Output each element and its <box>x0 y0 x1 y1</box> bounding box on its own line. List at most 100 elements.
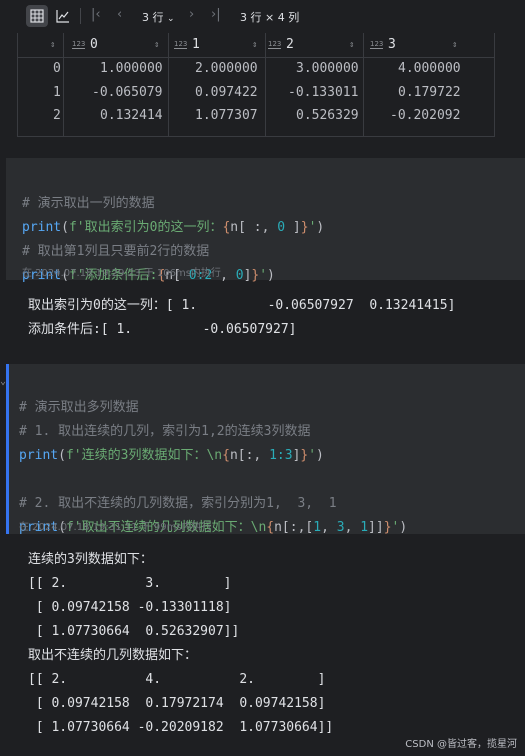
rows-per-page-select[interactable]: 3 行 ⌄ <box>142 9 175 25</box>
code-text: ) <box>316 220 325 235</box>
output-line: 取出不连续的几列数据如下： <box>28 648 198 663</box>
code-comment: # 演示取出一列的数据 <box>22 196 155 211</box>
execution-info: 在 2024.07.18 19:31:11 于 99ms内执行 <box>19 522 212 533</box>
code-text: , <box>344 520 361 535</box>
output-line: [ 1.07730664 0.52632907]] <box>28 624 240 639</box>
code-string: ' <box>259 268 268 283</box>
column-header[interactable]: 1 <box>192 37 200 52</box>
code-string: ' <box>308 448 317 463</box>
chart-icon <box>56 10 69 23</box>
output-line: 添加条件后:[ 1. -0.06507927] <box>28 322 297 337</box>
code-text: ]] <box>368 520 384 535</box>
numeric-type-icon: 123 <box>174 40 188 49</box>
code-keyword: print <box>19 448 59 463</box>
numeric-type-icon: 123 <box>268 40 282 49</box>
code-number: 0 <box>277 220 286 235</box>
table-cell[interactable]: 0.526329 <box>296 108 359 123</box>
last-page-icon[interactable]: ›| <box>211 7 221 22</box>
code-text: ) <box>399 520 408 535</box>
toolbar-divider <box>80 8 81 24</box>
numeric-type-icon: 123 <box>72 40 86 49</box>
table-cell[interactable]: 3.000000 <box>296 61 359 76</box>
output-line: 连续的3列数据如下： <box>28 552 153 567</box>
numeric-type-icon: 123 <box>370 40 384 49</box>
rows-per-page-label: 3 行 <box>142 11 164 24</box>
code-brace: } <box>383 520 392 535</box>
code-text: ( <box>58 448 66 463</box>
column-header[interactable]: 2 <box>286 37 294 52</box>
code-number: 3 <box>336 520 345 535</box>
sort-icon[interactable]: ⇕ <box>154 41 159 50</box>
code-cell[interactable]: # 演示取出一列的数据 print(f'取出索引为0的这一列：{n[ :, 0 … <box>6 158 525 283</box>
watermark: CSDN @皆过客，揽星河 <box>405 739 517 750</box>
grid-divider <box>18 57 494 58</box>
sort-icon[interactable]: ⇕ <box>452 41 457 50</box>
code-string: f'连续的3列数据如下：\n <box>65 448 223 463</box>
dataframe-grid: ⇕ 123 0 ⇕ 123 1 ⇕ 123 2 ⇕ 123 3 ⇕ 0 1.00… <box>17 33 495 137</box>
code-comment: # 2. 取出不连续的几列数据，索引分别为1, 3, 1 <box>19 496 337 511</box>
row-index: 1 <box>53 85 61 100</box>
first-page-icon[interactable]: |‹ <box>91 7 101 22</box>
grid-divider <box>63 33 64 136</box>
table-cell[interactable]: 0.132414 <box>100 108 163 123</box>
code-text: n[:,[ <box>274 520 314 535</box>
cell-output: 取出索引为0的这一列：[ 1. -0.06507927 0.13241415] … <box>28 294 455 342</box>
code-editor[interactable]: # 演示取出多列数据 # 1. 取出连续的几列，索引为1,2的连续3列数据 pr… <box>19 372 407 540</box>
output-line: [[ 2. 3. ] <box>28 576 232 591</box>
code-text: , <box>321 520 337 535</box>
code-number: 1 <box>360 520 369 535</box>
table-icon <box>30 9 44 23</box>
grid-divider <box>363 33 364 136</box>
table-cell[interactable]: 0.179722 <box>398 85 461 100</box>
code-brace: { <box>222 448 230 463</box>
table-shape-label: 3 行 × 4 列 <box>240 11 300 24</box>
code-number: 1:3 <box>269 448 293 463</box>
cell-output: 连续的3列数据如下： [[ 2. 3. ] [ 0.09742158 -0.13… <box>28 548 333 740</box>
next-page-icon[interactable]: › <box>189 7 194 22</box>
table-cell[interactable]: -0.065079 <box>92 85 162 100</box>
row-index: 0 <box>53 61 61 76</box>
code-comment: # 取出第1列且只要前2行的数据 <box>22 244 210 259</box>
sort-icon[interactable]: ⇕ <box>50 41 55 50</box>
column-header[interactable]: 0 <box>90 37 98 52</box>
output-line: [[ 2. 4. 2. ] <box>28 672 326 687</box>
table-toolbar: |‹ ‹ 3 行 ⌄ › ›| 3 行 × 4 列 <box>0 0 525 32</box>
grid-divider <box>265 33 266 136</box>
code-text: n[ :, <box>230 220 278 235</box>
code-text: ( <box>61 220 69 235</box>
table-view-button[interactable] <box>26 5 48 27</box>
execution-info: 在 2024.07.18 19:29:23 于 106ms内执行 <box>22 268 221 279</box>
code-cell[interactable]: # 演示取出多列数据 # 1. 取出连续的几列，索引为1,2的连续3列数据 pr… <box>6 364 525 535</box>
code-keyword: print <box>22 220 62 235</box>
sort-icon[interactable]: ⇕ <box>252 41 257 50</box>
code-brace: { <box>266 520 275 535</box>
table-cell[interactable]: 2.000000 <box>195 61 258 76</box>
table-cell[interactable]: -0.133011 <box>288 85 358 100</box>
column-header[interactable]: 3 <box>388 37 396 52</box>
sort-icon[interactable]: ⇕ <box>349 41 354 50</box>
code-text: ) <box>267 268 275 283</box>
table-cell[interactable]: 1.077307 <box>195 108 258 123</box>
code-comment: # 1. 取出连续的几列，索引为1,2的连续3列数据 <box>19 424 311 439</box>
table-cell[interactable]: 4.000000 <box>398 61 461 76</box>
code-number: 1 <box>313 520 322 535</box>
output-line: 取出索引为0的这一列：[ 1. -0.06507927 0.13241415] <box>28 298 456 313</box>
grid-divider <box>168 33 169 136</box>
code-text: ) <box>316 448 324 463</box>
code-text: n[:, <box>229 448 270 463</box>
output-line: [ 0.09742158 -0.13301118] <box>28 600 232 615</box>
code-comment: # 演示取出多列数据 <box>19 400 139 415</box>
output-line: [ 1.07730664 -0.20209182 1.07730664]] <box>28 720 334 735</box>
chart-view-button[interactable] <box>52 5 74 27</box>
code-brace: } <box>300 220 309 235</box>
table-cell[interactable]: -0.202092 <box>390 108 460 123</box>
table-cell[interactable]: 0.097422 <box>195 85 258 100</box>
table-cell[interactable]: 1.000000 <box>100 61 163 76</box>
row-index: 2 <box>53 108 61 123</box>
output-line: [ 0.09742158 0.17972174 0.09742158] <box>28 696 326 711</box>
chevron-down-icon: ⌄ <box>167 14 175 24</box>
prev-page-icon[interactable]: ‹ <box>117 7 122 22</box>
code-text: ] <box>285 220 301 235</box>
code-string: f'取出索引为0的这一列： <box>68 220 223 235</box>
code-number: 0 <box>235 268 244 283</box>
